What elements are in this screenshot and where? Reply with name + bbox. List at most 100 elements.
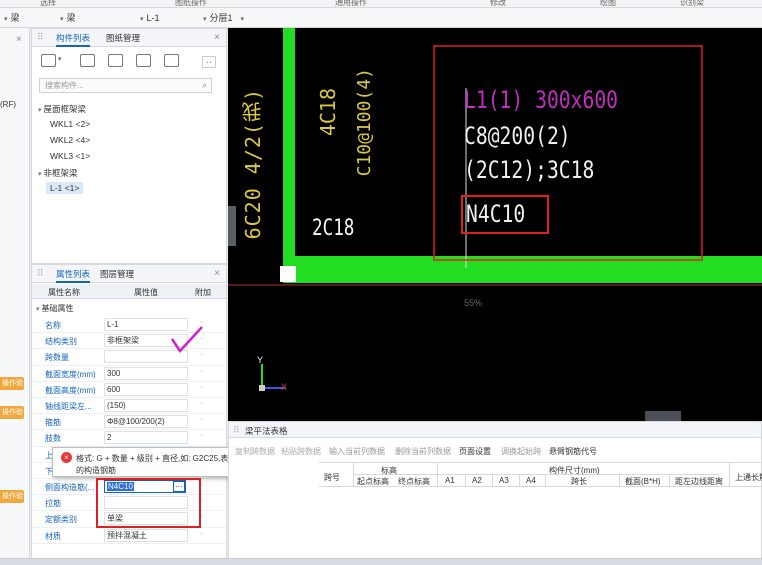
table-line [545,474,546,486]
vertical-label-4c18: 4C18 [316,88,340,137]
app-root: 选择 图纸操作 通用操作 修改 绘图 识别梁 ▾ 梁 ▾ 梁 ▾ L-1 ▾ 分层1 ▾ … [0,0,762,565]
property-tabbar: ⠿ 属性列表 图层管理 × [32,265,226,283]
annotation-line1: L1(1) 300x600 [464,86,619,114]
table-line [353,462,354,486]
col-top-bar: 上通长筋 [735,473,762,482]
tree-item[interactable]: WKL3 <1> [50,151,90,161]
col-a2: A2 [472,476,482,485]
property-name: 名称 [45,321,61,330]
chevron-down-icon[interactable]: ▾ [58,55,62,63]
more-icon[interactable]: ·· [202,56,216,68]
toolbar-paste-span[interactable]: 粘贴跨数据 [281,446,321,457]
beam-table-toolbar: 复制跨数据 粘贴跨数据 输入当前列数据 删除当前列数据 页面设置 调换起始跨 悬… [229,442,761,460]
badge-verify[interactable]: 操作验 [0,490,24,503]
col-start-elev: 起点标高 [357,477,389,486]
component-tabbar: ⠿ 构件列表 图纸管理 × [32,29,226,47]
tab-property-list[interactable]: 属性列表 [56,268,91,283]
new-icon[interactable] [41,54,56,67]
col-end-elev: 终点标高 [398,477,430,486]
toolbar-copy-span[interactable]: 复制跨数据 [235,446,275,457]
ribbon-label: 通用操作 [335,0,367,7]
tree-group[interactable]: ▾ 非框架梁 [38,167,77,179]
property-name: 截面宽度(mm) [45,369,96,379]
toolbar-delete-column[interactable]: 删除当前列数据 [395,446,451,457]
tree-item[interactable]: WKL1 <2> [50,119,90,129]
badge-verify[interactable]: 操作验 [0,377,24,390]
property-name: 拉筋 [45,499,61,509]
copy-icon[interactable] [80,54,95,67]
tree-item[interactable]: WKL2 <4> [50,135,90,145]
property-name: 侧面构造筋(... [45,483,95,492]
component-list-panel: ⠿ 构件列表 图纸管理 × ▾ ·· 搜索构件... ⌕ ▾ 屋面框架梁 WKL… [31,28,227,264]
property-value[interactable]: 预拌混凝土 [104,528,188,542]
select-value: L-1 [146,13,160,23]
property-value[interactable]: 300 [104,366,188,380]
annotation-line3: (2C12);3C18 [464,156,595,184]
close-icon[interactable]: × [214,268,220,279]
tab-layer-manage[interactable]: 图层管理 [100,268,134,280]
component-select[interactable]: ▾ L-1 [140,11,160,25]
property-row[interactable]: 肢数 2 ○ [32,430,226,447]
layer-copy-icon[interactable] [136,54,151,67]
header-value: 属性值 [134,288,158,297]
property-row[interactable]: 截面高度(mm) 600 ○ [32,382,226,398]
axis-y-label: Y [257,355,264,365]
badge-verify[interactable]: 操作验 [0,406,24,419]
property-value[interactable]: Φ8@100/200(2) [104,415,188,429]
property-group[interactable]: ▾ 基础属性 [36,303,73,314]
toolbar-page-setup[interactable]: 页面设置 [459,446,491,457]
tab-drawing-manage[interactable]: 图纸管理 [106,32,140,44]
tab-component-list[interactable]: 构件列表 [56,32,91,47]
collapse-handle[interactable] [228,206,236,246]
property-group-label: 基础属性 [41,304,74,313]
drag-grip-icon[interactable]: ⠿ [37,268,44,279]
row-indicator-icon: ○ [200,401,204,407]
table-line [437,462,438,486]
property-row[interactable]: 轴线距梁左... (150) ○ [32,398,226,415]
search-input[interactable]: 搜索构件... [39,78,212,93]
property-name: 截面高度(mm) [45,385,96,395]
axis-x-label: X [281,382,288,392]
floor-select[interactable]: ▾ 梁 [4,11,20,25]
drag-grip-icon[interactable]: ⠿ [37,32,44,43]
property-row[interactable]: 材质 预拌混凝土 ○ [32,528,226,544]
table-line [492,474,493,486]
property-row[interactable]: 箍筋 Φ8@100/200(2) ○ [32,414,226,431]
col-a1: A1 [445,476,455,485]
tree-item-selected[interactable]: L-1 <1> [46,182,84,194]
drag-grip-icon[interactable]: ⠿ [233,425,240,436]
toolbar-input-column[interactable]: 输入当前列数据 [329,446,385,457]
bottom-handle[interactable] [645,411,681,421]
category-select[interactable]: ▾ 梁 [60,11,76,25]
toolbar-cantilever-code[interactable]: 悬臂钢筋代号 [549,446,597,457]
drawing-canvas[interactable]: 6C20 4/2(我) 4C18 C10@100(4) 2C18 L1(1) 3… [228,28,762,421]
select-value: 梁 [66,13,76,23]
close-icon[interactable]: × [214,32,220,43]
toolbar-swap-start[interactable]: 调换起始跨 [501,446,541,457]
property-header-row: 属性名称 属性值 附加 [32,284,226,299]
header-name: 属性名称 [48,288,80,297]
label-2c18: 2C18 [312,216,355,241]
property-value[interactable]: (150) [104,399,188,412]
table-line [353,474,719,475]
floor-copy-icon[interactable] [164,54,179,67]
tree-group-label: 屋面框架梁 [43,104,86,114]
property-name: 材质 [45,531,61,541]
col-elevation: 标高 [381,466,397,475]
search-icon[interactable]: ⌕ [202,80,207,91]
tooltip-text: 的构造钢筋 [76,466,116,475]
vertical-label-c10: C10@100(4) [354,68,375,177]
row-indicator-icon: ○ [200,368,204,375]
ribbon-label: 绘图 [600,0,616,7]
property-value[interactable]: 2 [104,431,188,445]
corner-marker [280,266,296,282]
layer-select[interactable]: ▾ 分层1 ▾ [203,11,247,25]
property-value[interactable]: 600 [104,382,188,396]
close-icon[interactable]: × [16,34,22,45]
property-row[interactable]: 截面宽度(mm) 300 ○ [32,366,226,382]
left-nav-label: (RF) [0,100,16,109]
property-name: 定额类别 [45,515,77,525]
delete-icon[interactable] [108,54,123,67]
vertical-label-6c20: 6C20 4/2(我) [241,88,265,240]
tree-group[interactable]: ▾ 屋面框架梁 [38,103,86,115]
